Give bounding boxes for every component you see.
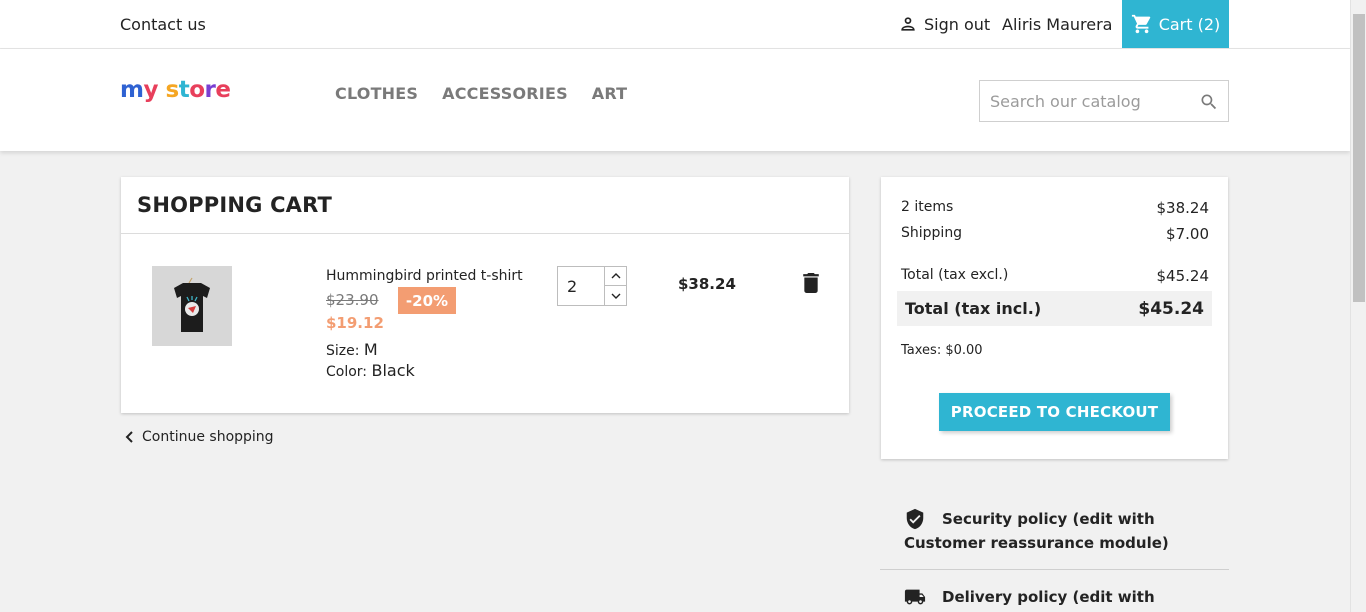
tshirt-image: [174, 277, 210, 332]
product-thumbnail[interactable]: [152, 266, 232, 346]
color-value: Black: [371, 361, 415, 380]
quantity-input[interactable]: [558, 267, 605, 305]
discount-badge: -20%: [398, 287, 456, 314]
search-input[interactable]: [980, 81, 1180, 121]
chevron-left-icon: [125, 431, 133, 443]
divider: [880, 569, 1229, 570]
quantity-increase-button[interactable]: [605, 267, 626, 286]
cart-summary: 2 items $38.24 Shipping $7.00 Total (tax…: [881, 177, 1228, 459]
security-policy-line-1: Security policy (edit with: [942, 510, 1155, 528]
user-icon: [901, 17, 915, 31]
summary-shipping-row: Shipping $7.00: [901, 225, 1209, 243]
line-total: $38.24: [678, 275, 736, 293]
reassurance-security[interactable]: Security policy (edit with Customer reas…: [880, 507, 1229, 555]
shipping-value: $7.00: [1166, 225, 1209, 243]
site-header: my store CLOTHES ACCESSORIES ART: [0, 49, 1350, 151]
page-scrollbar[interactable]: [1350, 0, 1366, 612]
quantity-decrease-button[interactable]: [605, 286, 626, 305]
continue-shopping-label: Continue shopping: [142, 429, 274, 445]
account-name-link[interactable]: Aliris Maurera: [1002, 15, 1112, 34]
cart-label: Cart (2): [1158, 14, 1221, 34]
shield-check-icon: [906, 508, 924, 530]
menu-item-clothes[interactable]: CLOTHES: [335, 84, 418, 103]
shopping-cart-panel: SHOPPING CART Hummingbird printed t-shir…: [121, 177, 849, 413]
quantity-stepper: [557, 266, 627, 306]
unit-price: $19.12: [326, 314, 384, 332]
total-incl-label: Total (tax incl.): [905, 299, 1042, 318]
continue-shopping-link[interactable]: Continue shopping: [125, 429, 274, 445]
sign-out-link[interactable]: Sign out: [898, 14, 990, 34]
items-subtotal: $38.24: [1156, 199, 1210, 217]
search-icon[interactable]: [1199, 92, 1219, 112]
main-menu: CLOTHES ACCESSORIES ART: [335, 84, 627, 103]
regular-price: $23.90: [326, 291, 379, 309]
shopping-cart-icon: [1131, 14, 1150, 34]
scrollbar-thumb[interactable]: [1353, 14, 1365, 302]
color-attribute: Color: Black: [326, 361, 415, 380]
delivery-truck-icon: [904, 589, 926, 605]
shipping-label: Shipping: [901, 225, 963, 241]
store-logo[interactable]: my store: [120, 77, 231, 103]
taxes-amount: Taxes: $0.00: [901, 343, 983, 358]
security-policy-line-2: Customer reassurance module): [904, 534, 1169, 552]
reassurance-delivery[interactable]: Delivery policy (edit with: [880, 585, 1229, 609]
product-name-link[interactable]: Hummingbird printed t-shirt: [326, 268, 523, 284]
delivery-policy-line-1: Delivery policy (edit with: [942, 588, 1155, 606]
summary-total-incl-row: Total (tax incl.) $45.24: [897, 291, 1212, 326]
summary-total-excl-row: Total (tax excl.) $45.24: [901, 267, 1209, 285]
total-excl-label: Total (tax excl.): [901, 267, 1009, 283]
size-attribute: Size: M: [326, 340, 378, 359]
menu-item-art[interactable]: ART: [592, 84, 628, 103]
total-excl-value: $45.24: [1156, 267, 1210, 285]
chevron-down-icon: [611, 293, 620, 299]
total-incl-value: $45.24: [1138, 299, 1204, 319]
remove-item-button[interactable]: [803, 273, 819, 297]
divider: [121, 233, 849, 234]
color-label: Color:: [326, 364, 368, 380]
summary-items-row: 2 items $38.24: [901, 199, 1209, 217]
top-nav-bar: Contact us Sign out Aliris Maurera Cart …: [0, 0, 1350, 49]
cart-title: SHOPPING CART: [137, 193, 333, 217]
menu-item-accessories[interactable]: ACCESSORIES: [442, 84, 568, 103]
size-value: M: [363, 340, 378, 359]
proceed-to-checkout-button[interactable]: PROCEED TO CHECKOUT: [939, 393, 1170, 431]
size-label: Size:: [326, 343, 360, 359]
contact-us-link[interactable]: Contact us: [120, 15, 206, 34]
items-count-label: 2 items: [901, 199, 954, 215]
trash-icon: [803, 273, 819, 293]
chevron-up-icon: [611, 273, 620, 279]
sign-out-label: Sign out: [924, 14, 991, 34]
search-widget: [979, 80, 1229, 122]
cart-button[interactable]: Cart (2): [1122, 0, 1229, 48]
